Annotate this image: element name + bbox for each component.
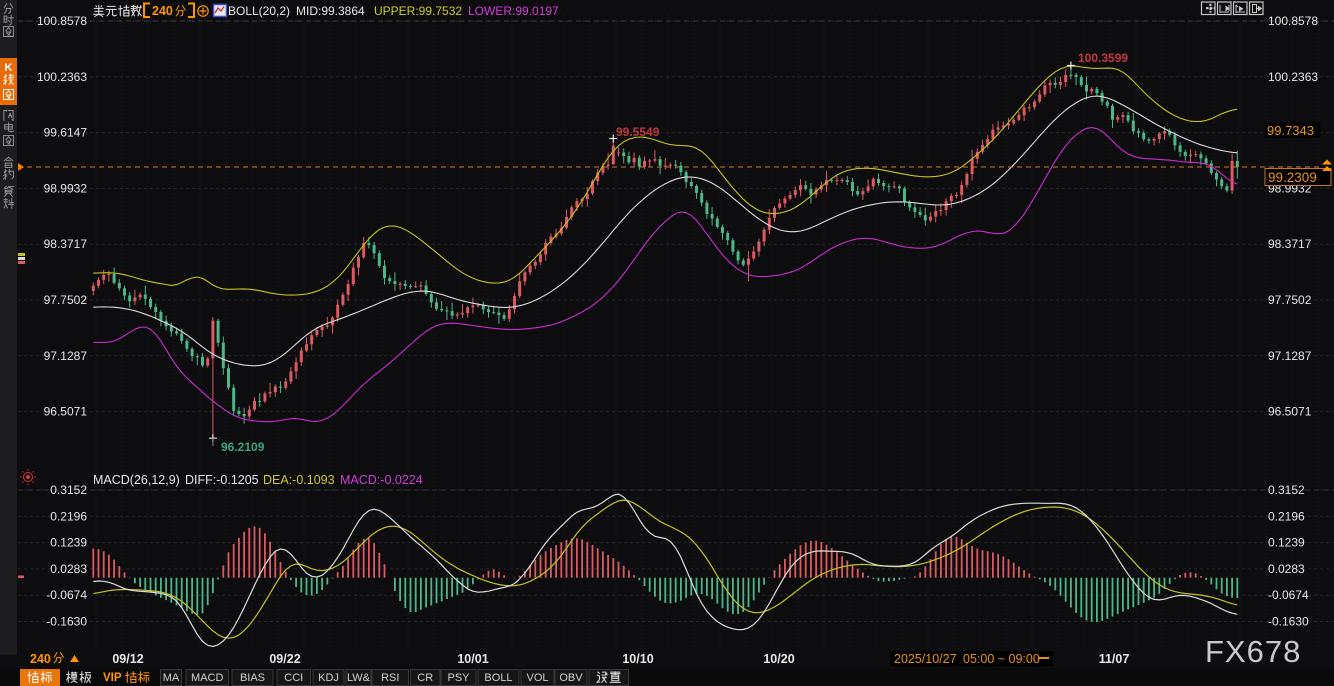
svg-text:VOL: VOL [526, 672, 548, 684]
svg-text:0.3152: 0.3152 [50, 483, 87, 497]
svg-text:96.5071: 96.5071 [1268, 405, 1312, 419]
svg-text:VIP: VIP [103, 672, 122, 684]
svg-text:0.2196: 0.2196 [50, 509, 87, 523]
svg-text:DIFF:-0.1205: DIFF:-0.1205 [185, 473, 259, 487]
svg-text:K: K [5, 62, 13, 74]
svg-text:97.7502: 97.7502 [1268, 293, 1312, 307]
svg-text:UPPER:99.7532: UPPER:99.7532 [374, 4, 462, 18]
svg-text:DEA:-0.1093: DEA:-0.1093 [263, 473, 335, 487]
svg-text:0.1239: 0.1239 [1268, 536, 1305, 550]
svg-text:98.3717: 98.3717 [1268, 237, 1312, 251]
svg-text:240: 240 [30, 652, 51, 666]
svg-text:-0.0674: -0.0674 [46, 588, 87, 602]
svg-text:99.7343: 99.7343 [1267, 123, 1314, 138]
svg-text:11/07: 11/07 [1099, 652, 1130, 666]
svg-text:LW&: LW& [347, 672, 371, 684]
svg-text:100.2363: 100.2363 [37, 70, 87, 84]
svg-text:BOLL: BOLL [484, 672, 512, 684]
svg-text:10/20: 10/20 [763, 652, 794, 666]
svg-text:MA: MA [163, 672, 180, 684]
svg-text:10/10: 10/10 [622, 652, 653, 666]
svg-text:97.1287: 97.1287 [44, 349, 88, 363]
svg-text:CR: CR [417, 672, 433, 684]
svg-text:BOLL(20,2): BOLL(20,2) [228, 4, 290, 18]
svg-text:96.2109: 96.2109 [221, 440, 265, 454]
svg-text:0.0283: 0.0283 [50, 562, 87, 576]
svg-text:100.8578: 100.8578 [37, 14, 87, 28]
svg-text:0.3152: 0.3152 [1268, 483, 1305, 497]
svg-text:RSI: RSI [381, 672, 399, 684]
svg-text:-0.1630: -0.1630 [46, 615, 87, 629]
svg-text:0.1239: 0.1239 [50, 536, 87, 550]
svg-text:BIAS: BIAS [240, 672, 265, 684]
svg-text:PSY: PSY [447, 672, 470, 684]
svg-text:99.6147: 99.6147 [44, 126, 88, 140]
svg-text:97.7502: 97.7502 [44, 293, 88, 307]
svg-text:MACD(26,12,9): MACD(26,12,9) [93, 473, 180, 487]
svg-text:FX678: FX678 [1205, 634, 1301, 669]
svg-text:100.2363: 100.2363 [1268, 70, 1318, 84]
svg-text:-0.0674: -0.0674 [1268, 588, 1309, 602]
svg-text:96.5071: 96.5071 [44, 405, 88, 419]
svg-text:05:00 ~ 09:00: 05:00 ~ 09:00 [963, 652, 1040, 666]
svg-text:99.5549: 99.5549 [616, 125, 660, 139]
svg-text:MACD:-0.0224: MACD:-0.0224 [340, 473, 423, 487]
svg-text:97.1287: 97.1287 [1268, 349, 1312, 363]
svg-text:OBV: OBV [559, 672, 583, 684]
svg-text:98.9932: 98.9932 [44, 181, 88, 195]
svg-text:MID:99.3864: MID:99.3864 [296, 4, 365, 18]
svg-text:09/12: 09/12 [112, 652, 143, 666]
svg-text:0.0283: 0.0283 [1268, 562, 1305, 576]
svg-text:0.2196: 0.2196 [1268, 509, 1305, 523]
svg-text:LOWER:99.0197: LOWER:99.0197 [468, 4, 559, 18]
svg-text:-0.1630: -0.1630 [1268, 615, 1309, 629]
svg-text:100.8578: 100.8578 [1268, 14, 1318, 28]
svg-text:10/01: 10/01 [457, 652, 488, 666]
svg-text:240: 240 [152, 4, 173, 18]
svg-text:CCI: CCI [284, 672, 303, 684]
svg-text:KDJ: KDJ [318, 672, 339, 684]
svg-text:99.2309: 99.2309 [1268, 170, 1317, 185]
svg-text:MACD: MACD [191, 672, 223, 684]
svg-text:98.3717: 98.3717 [44, 237, 88, 251]
svg-text:100.3599: 100.3599 [1078, 51, 1128, 65]
svg-text:2025/10/27: 2025/10/27 [894, 652, 957, 666]
svg-text:09/22: 09/22 [269, 652, 300, 666]
